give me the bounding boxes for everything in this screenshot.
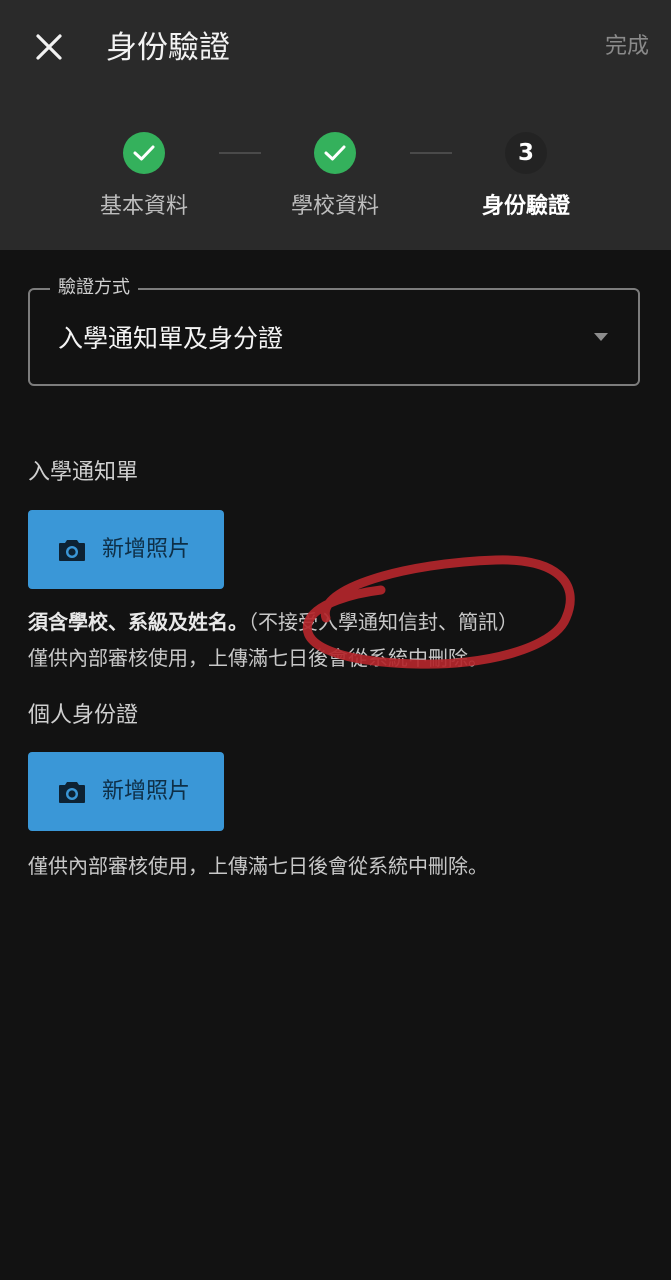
camera-icon (59, 781, 85, 803)
step-done-badge (123, 132, 165, 174)
step-label: 學校資料 (290, 194, 379, 219)
header: 身份驗證 完成 基本資料 學校資料 3 身份驗證 (0, 0, 671, 250)
add-admission-photo-button[interactable]: 新增照片 (28, 510, 224, 589)
admission-notice-label: 入學通知單 (28, 460, 139, 485)
admission-notice-requirement: 須含學校、系級及姓名。（不接受入學通知信封、簡訊） (28, 606, 518, 638)
dropdown-arrow-icon (594, 333, 608, 341)
add-id-card-photo-button[interactable]: 新增照片 (28, 752, 224, 831)
verification-method-select[interactable]: 驗證方式 入學通知單及身分證 (28, 275, 640, 386)
exclusion-text: （不接受入學通知信封、簡訊） (248, 610, 518, 634)
button-label: 新增照片 (102, 778, 191, 804)
id-card-privacy-note: 僅供內部審核使用，上傳滿七日後會從系統中刪除。 (28, 854, 488, 878)
close-button[interactable] (28, 26, 70, 68)
done-button[interactable]: 完成 (605, 32, 649, 62)
close-icon (36, 34, 62, 60)
select-value: 入學通知單及身分證 (58, 324, 284, 353)
admission-notice-privacy-note: 僅供內部審核使用，上傳滿七日後會從系統中刪除。 (28, 646, 488, 670)
step-school-info: 學校資料 (250, 132, 420, 222)
step-number-badge: 3 (505, 132, 547, 174)
step-basic-info: 基本資料 (59, 132, 229, 222)
step-done-badge (314, 132, 356, 174)
button-label: 新增照片 (102, 536, 191, 562)
check-icon (324, 145, 346, 161)
step-label: 基本資料 (99, 194, 188, 219)
camera-icon (59, 539, 85, 561)
page-title: 身份驗證 (106, 30, 230, 66)
app-root: 身份驗證 完成 基本資料 學校資料 3 身份驗證 驗證方式 入學通知單及身分證 … (0, 0, 671, 1280)
check-icon (133, 145, 155, 161)
id-card-label: 個人身份證 (28, 703, 139, 728)
step-label: 身份驗證 (481, 194, 570, 219)
step-identity-verification: 3 身份驗證 (441, 132, 611, 222)
select-legend: 驗證方式 (50, 275, 138, 301)
requirement-text: 須含學校、系級及姓名。 (28, 610, 248, 634)
